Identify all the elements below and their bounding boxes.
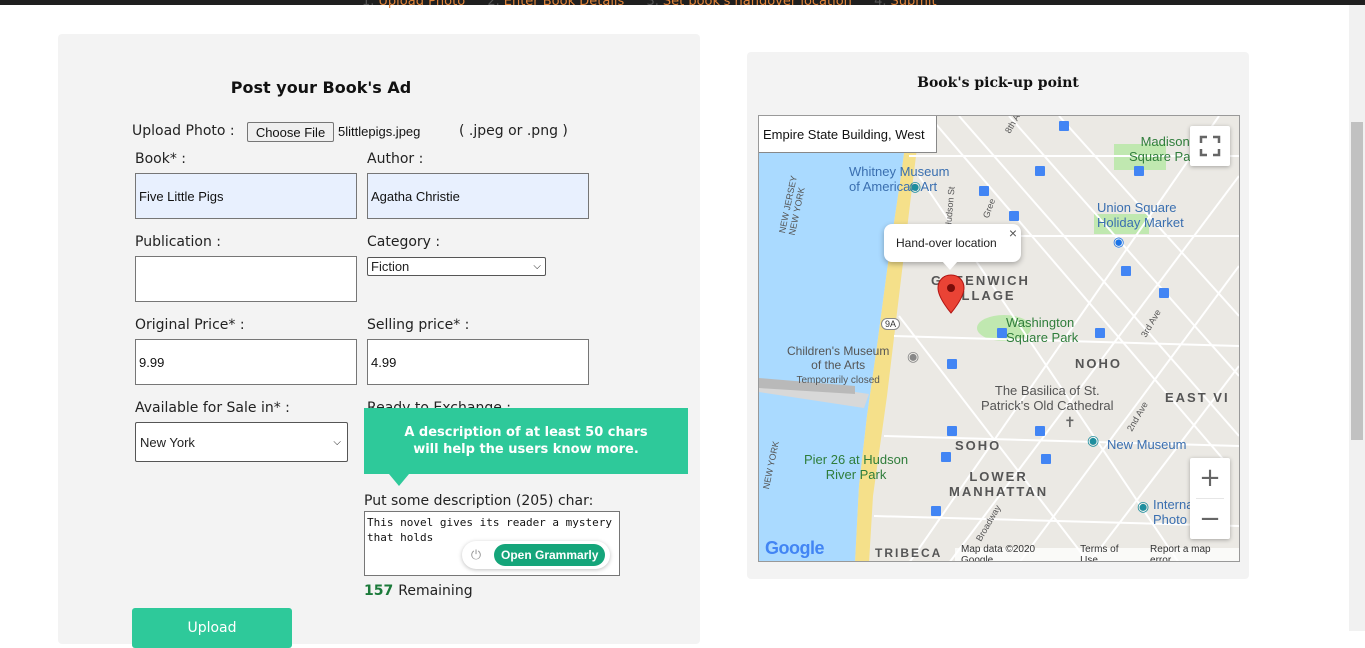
grammarly-widget: ⏻ Open Grammarly [462,541,610,569]
description-label: Put some description (205) char: [364,493,594,509]
book-label: Book* : [135,151,187,167]
map-label-childrens-museum[interactable]: Children's Museum of the Arts Temporarily … [787,344,889,386]
author-input[interactable]: Agatha Christie [367,173,589,219]
close-icon[interactable]: × [1009,225,1017,241]
report-map-error-link[interactable]: Report a map error [1150,544,1233,561]
category-label: Category : [367,234,441,250]
category-select[interactable]: Fiction ⌵ [367,257,546,276]
map-label-soho: SOHO [955,438,1002,453]
power-icon[interactable]: ⏻ [468,547,484,563]
map-label-union-square[interactable]: Union Square Holiday Market [1097,200,1184,230]
info-window-tail [942,261,958,270]
selling-price-label: Selling price* : [367,317,470,333]
map-title: Book's pick-up point [917,75,1079,91]
chevron-down-icon: ⌵ [533,261,541,272]
step-set-location[interactable]: Set book's handover location [663,0,852,9]
file-type-hint: ( .jpeg or .png ) [459,123,568,139]
author-label: Author : [367,151,424,167]
map-label-noho: NOHO [1075,356,1122,371]
file-name: 5littlepigs.jpeg [338,124,421,139]
form-title: Post your Book's Ad [230,78,412,97]
location-pin-icon[interactable] [936,273,966,315]
fullscreen-icon [1199,135,1221,157]
map-label-lower-manhattan: LOWER MANHATTAN [949,469,1049,499]
fullscreen-button[interactable] [1190,126,1230,166]
museum-icon[interactable]: ◉ [1137,498,1149,515]
museum-icon[interactable]: ◉ [1087,432,1099,449]
route-9a-shield: 9A [881,318,901,330]
map-label-tribeca: TRIBECA [875,546,943,560]
remaining-counter: 157 Remaining [364,583,473,599]
google-map[interactable]: . Whitney Museumof American Art ◉ Madiso… [758,115,1240,562]
shopping-icon[interactable]: ◉ [1113,234,1124,250]
zoom-in-button[interactable]: + [1190,458,1230,498]
terms-of-use-link[interactable]: Terms of Use [1080,544,1138,561]
publication-input[interactable] [135,256,357,302]
progress-steps: 1. Upload Photo 2. Enter Book Details 3. Se… [362,0,955,9]
tooltip-tail [389,474,409,486]
map-data-attribution: Map data ©2020 Google [961,544,1036,562]
exchange-label: Ready to Exchange : [367,400,511,408]
zoom-out-button[interactable]: − [1190,499,1230,539]
info-window: Hand-over location × [884,224,1021,262]
available-label: Available for Sale in* : [135,400,290,416]
original-price-label: Original Price* : [135,317,245,333]
map-label-basilica[interactable]: The Basilica of St. Patrick's Old Cathedr… [981,383,1114,413]
google-logo[interactable]: Google [765,538,825,559]
map-label-washington: Washington Square Park [1006,315,1079,345]
map-search-input[interactable]: Empire State Building, West [759,116,937,153]
book-input[interactable]: Five Little Pigs [135,173,357,219]
chevron-down-icon: ⌵ [333,436,341,448]
step-enter-details[interactable]: Enter Book Details [504,0,625,9]
map-footer: Map data ©2020 Google Terms of Use Repor… [955,544,1239,561]
map-label-east-village: EAST VI [1165,390,1230,405]
city-select[interactable]: New York ⌵ [135,422,348,462]
original-price-input[interactable]: 9.99 [135,339,357,385]
upload-button[interactable]: Upload [132,608,292,648]
choose-file-button[interactable]: Choose File [247,122,334,142]
upload-photo-label: Upload Photo : [132,123,235,139]
scrollbar-thumb[interactable] [1351,122,1363,440]
map-label-pier-26[interactable]: Pier 26 at Hudson River Park [804,452,908,482]
zoom-control: + − [1190,458,1230,539]
map-label-new-museum[interactable]: New Museum [1107,437,1186,452]
museum-icon[interactable]: ◉ [907,348,919,365]
open-grammarly-button[interactable]: Open Grammarly [494,544,606,566]
selling-price-input[interactable]: 4.99 [367,339,589,385]
church-icon[interactable]: ✝ [1064,414,1076,431]
step-upload-photo[interactable]: Upload Photo [378,0,465,9]
description-tooltip: A description of at least 50 chars will … [364,408,688,474]
publication-label: Publication : [135,234,221,250]
museum-icon[interactable]: ◉ [909,178,921,195]
step-submit[interactable]: Submit [890,0,936,9]
map-label-whitney[interactable]: Whitney Museum of American Art [849,164,949,194]
